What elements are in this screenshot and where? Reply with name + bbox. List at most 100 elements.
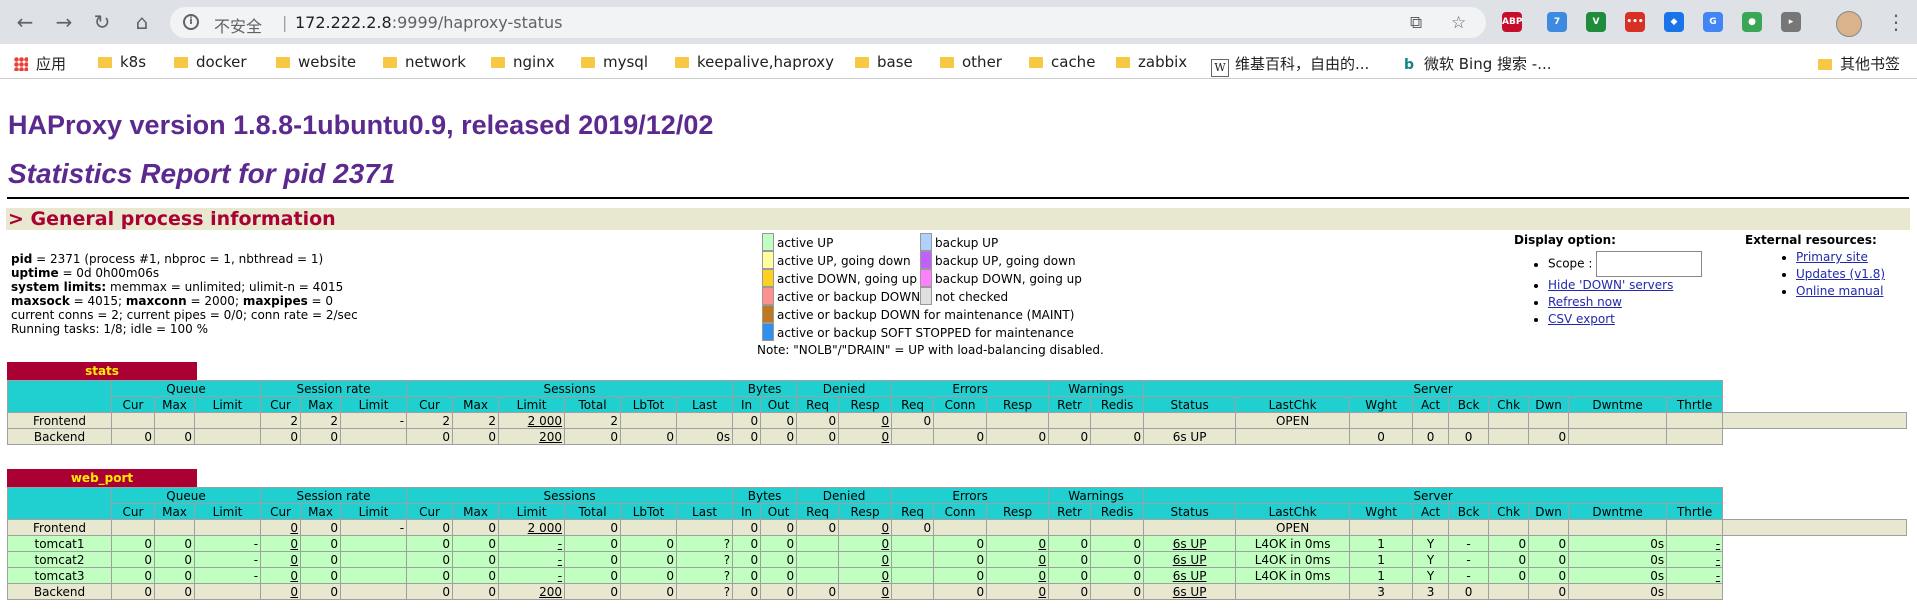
table-cell[interactable]: [1143, 519, 1237, 536]
table-cell[interactable]: 0: [838, 551, 893, 568]
table-cell[interactable]: 0: [986, 567, 1050, 584]
proxy-name-stats[interactable]: stats: [7, 362, 197, 380]
url-text[interactable]: 172.222.2.8:9999/haproxy-status: [295, 13, 562, 32]
table-cell: 2: [564, 412, 622, 429]
table-cell[interactable]: 0: [838, 583, 893, 600]
row-name[interactable]: Frontend: [7, 519, 112, 536]
translate-page-icon[interactable]: ⧉: [1410, 13, 1422, 33]
legend-label: active or backup DOWN for maintenance (M…: [777, 308, 1075, 322]
row-name[interactable]: tomcat1: [7, 535, 112, 552]
row-name[interactable]: Backend: [7, 583, 112, 600]
table-cell[interactable]: 0: [260, 583, 302, 600]
table-cell[interactable]: -: [498, 551, 566, 568]
table-cell: 0: [111, 535, 155, 552]
table-cell[interactable]: 0: [838, 567, 893, 584]
bookmark-cache[interactable]: cache: [1029, 53, 1095, 71]
table-cell[interactable]: 2 000: [498, 519, 566, 536]
table-cell[interactable]: 6s UP: [1143, 535, 1237, 552]
table-cell[interactable]: 0: [260, 551, 302, 568]
table-cell[interactable]: [1666, 583, 1724, 600]
bookmark-k8s[interactable]: k8s: [98, 53, 146, 71]
online-manual-link[interactable]: Online manual: [1796, 284, 1883, 298]
table-cell[interactable]: 6s UP: [1143, 551, 1237, 568]
bookmark-docker[interactable]: docker: [174, 53, 247, 71]
row-name[interactable]: Backend: [7, 428, 112, 445]
table-cell[interactable]: -: [498, 567, 566, 584]
table-cell[interactable]: 0: [838, 535, 893, 552]
updates-link[interactable]: Updates (v1.8): [1796, 267, 1885, 281]
table-cell[interactable]: 6s UP: [1143, 567, 1237, 584]
bookmark-apps[interactable]: 应用: [14, 53, 66, 74]
profile-avatar[interactable]: [1836, 11, 1862, 37]
proxy-name-web-port[interactable]: web_port: [7, 469, 197, 487]
bookmark-nginx[interactable]: nginx: [491, 53, 555, 71]
column-header: Thrtle: [1666, 396, 1724, 413]
reload-icon[interactable]: ↻: [90, 10, 114, 34]
table-cell[interactable]: 200: [498, 428, 566, 445]
table-cell[interactable]: 0: [260, 535, 302, 552]
folder-icon: [1818, 59, 1832, 70]
table-cell[interactable]: 0: [260, 567, 302, 584]
table-cell: 0: [564, 535, 622, 552]
table-cell[interactable]: -: [1666, 551, 1724, 568]
dots-icon[interactable]: •••: [1625, 12, 1645, 32]
puzzle-icon[interactable]: 7: [1547, 12, 1567, 32]
table-cell: [1488, 428, 1530, 445]
column-header: Status: [1143, 396, 1237, 413]
bookmark-zabbix[interactable]: zabbix: [1116, 53, 1187, 71]
home-icon[interactable]: ⌂: [130, 10, 154, 34]
bookmark-base[interactable]: base: [855, 53, 913, 71]
bookmark-other-bookmarks[interactable]: 其他书签: [1818, 53, 1900, 74]
bookmark-network[interactable]: network: [383, 53, 466, 71]
abp-icon[interactable]: ABP: [1502, 12, 1522, 32]
translate-icon[interactable]: G: [1703, 12, 1723, 32]
table-cell: [1235, 428, 1351, 445]
table-cell: 0: [300, 428, 342, 445]
bookmark-other[interactable]: other: [940, 53, 1002, 71]
table-cell[interactable]: 0: [986, 535, 1050, 552]
row-name[interactable]: tomcat2: [7, 551, 112, 568]
row-name[interactable]: Frontend: [7, 412, 112, 429]
diamond-icon[interactable]: ◆: [1664, 12, 1684, 32]
table-cell[interactable]: 0: [260, 519, 302, 536]
table-cell[interactable]: 0: [986, 583, 1050, 600]
table-cell[interactable]: 0: [986, 551, 1050, 568]
table-cell: 0: [760, 551, 798, 568]
refresh-now-link[interactable]: Refresh now: [1548, 295, 1622, 309]
address-bar[interactable]: i 不安全 | 172.222.2.8:9999/haproxy-status …: [170, 7, 1486, 38]
table-cell: 0: [760, 535, 798, 552]
column-header: Dwntme: [1568, 396, 1668, 413]
back-arrow-icon[interactable]: ←: [13, 10, 37, 34]
bookmark-mysql[interactable]: mysql: [581, 53, 648, 71]
table-cell: [933, 519, 988, 536]
table-cell[interactable]: -: [498, 535, 566, 552]
v-icon[interactable]: V: [1586, 12, 1606, 32]
globe-icon[interactable]: ●: [1742, 12, 1762, 32]
row-name[interactable]: tomcat3: [7, 567, 112, 584]
csv-export-link[interactable]: CSV export: [1548, 312, 1615, 326]
column-header: Thrtle: [1666, 503, 1724, 520]
menu-kebab-icon[interactable]: ⋮: [1886, 10, 1906, 34]
primary-site-link[interactable]: Primary site: [1796, 250, 1868, 264]
table-cell[interactable]: -: [1666, 535, 1724, 552]
bookmark-bing[interactable]: b 微软 Bing 搜索 -...: [1404, 53, 1552, 74]
table-cell[interactable]: 0: [838, 428, 893, 445]
table-cell[interactable]: [986, 519, 1050, 536]
forward-arrow-icon[interactable]: →: [52, 10, 76, 34]
media-icon[interactable]: ▸: [1781, 12, 1801, 32]
info-icon[interactable]: i: [183, 14, 199, 30]
table-cell[interactable]: 6s UP: [1143, 583, 1237, 600]
bookmark-website[interactable]: website: [276, 53, 356, 71]
table-cell[interactable]: [1666, 519, 1724, 536]
scope-input[interactable]: [1596, 251, 1703, 277]
table-cell[interactable]: 0: [838, 412, 893, 429]
table-cell[interactable]: -: [1666, 567, 1724, 584]
table-cell[interactable]: 0: [838, 519, 893, 536]
hide-down-servers-link[interactable]: Hide 'DOWN' servers: [1548, 278, 1673, 292]
group-header: Denied: [796, 380, 893, 397]
bookmark-wikipedia[interactable]: W 维基百科，自由的...: [1211, 53, 1369, 77]
table-cell[interactable]: 200: [498, 583, 566, 600]
bookmark-keepalive-haproxy[interactable]: keepalive,haproxy: [675, 53, 834, 71]
bookmark-star-icon[interactable]: ☆: [1451, 13, 1466, 33]
table-cell[interactable]: 2 000: [498, 412, 566, 429]
